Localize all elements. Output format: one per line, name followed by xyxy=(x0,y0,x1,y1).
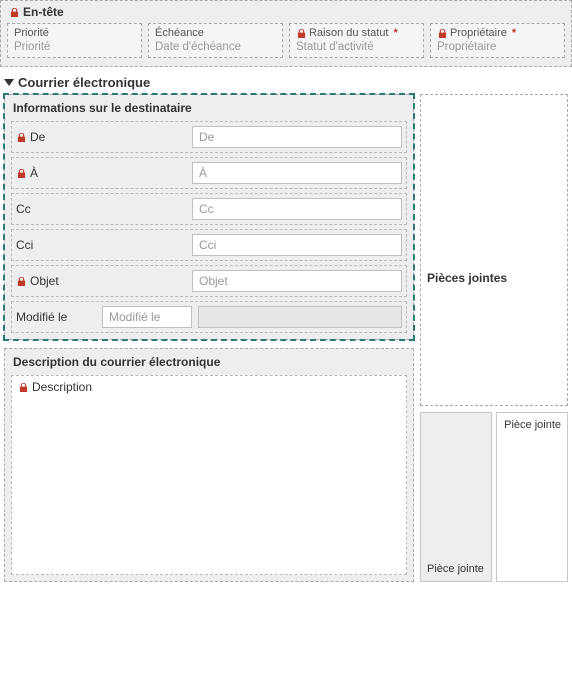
email-right-column: Pièces jointes Pièce jointe Pièce jointe xyxy=(420,94,568,582)
attachments-title: Pièces jointes xyxy=(427,271,561,285)
row-modified: Modifié le xyxy=(11,301,407,333)
header-fields-row: Priorité Priorité Échéance Date d'échéan… xyxy=(7,23,565,58)
collapse-triangle-icon xyxy=(4,79,14,86)
row-subject: Objet xyxy=(11,265,407,297)
lock-icon xyxy=(437,27,447,39)
field-echeance-value: Date d'échéance xyxy=(155,41,276,53)
field-priorite-label: Priorité xyxy=(14,27,135,39)
label-to: À xyxy=(16,166,186,180)
input-subject[interactable] xyxy=(192,270,402,292)
label-modified: Modifié le xyxy=(16,310,96,324)
label-subject: Objet xyxy=(16,274,186,288)
email-section-header[interactable]: Courrier électronique xyxy=(4,75,572,90)
email-left-column: Informations sur le destinataire De À xyxy=(4,94,414,582)
email-main-layout: Informations sur le destinataire De À xyxy=(0,94,572,582)
field-echeance-label: Échéance xyxy=(155,27,276,39)
description-panel: Description du courrier électronique Des… xyxy=(4,348,414,582)
description-label: Description xyxy=(18,380,400,394)
label-from: De xyxy=(16,130,186,144)
field-echeance[interactable]: Échéance Date d'échéance xyxy=(148,23,283,58)
field-raison-label: Raison du statut * xyxy=(296,27,417,39)
label-cc: Cc xyxy=(16,202,186,216)
input-from[interactable] xyxy=(192,126,402,148)
attachment-left-label: Pièce jointe xyxy=(427,563,485,575)
lock-icon xyxy=(16,275,26,287)
lock-icon xyxy=(296,27,306,39)
field-priorite[interactable]: Priorité Priorité xyxy=(7,23,142,58)
field-priorite-value: Priorité xyxy=(14,41,135,53)
attachment-box-right[interactable]: Pièce jointe xyxy=(496,412,568,582)
email-section-title: Courrier électronique xyxy=(18,75,150,90)
field-raison-value: Statut d'activité xyxy=(296,41,417,53)
description-title: Description du courrier électronique xyxy=(13,355,407,369)
attachment-right-label: Pièce jointe xyxy=(504,419,561,431)
recipient-info-panel[interactable]: Informations sur le destinataire De À xyxy=(4,94,414,340)
input-to[interactable] xyxy=(192,162,402,184)
row-cc: Cc xyxy=(11,193,407,225)
field-proprietaire[interactable]: Propriétaire * Propriétaire xyxy=(430,23,565,58)
display-modified xyxy=(198,306,402,328)
row-bcc: Cci xyxy=(11,229,407,261)
field-raison[interactable]: Raison du statut * Statut d'activité xyxy=(289,23,424,58)
row-from: De xyxy=(11,121,407,153)
lock-icon xyxy=(16,131,26,143)
header-title-text: En-tête xyxy=(23,5,64,19)
lock-icon xyxy=(9,6,19,18)
required-marker: * xyxy=(394,27,398,39)
label-bcc: Cci xyxy=(16,238,186,252)
attachment-boxes: Pièce jointe Pièce jointe xyxy=(420,412,568,582)
row-to: À xyxy=(11,157,407,189)
attachments-panel: Pièces jointes xyxy=(420,94,568,406)
lock-icon xyxy=(18,381,28,393)
header-title: En-tête xyxy=(9,5,565,19)
attachment-box-left[interactable]: Pièce jointe xyxy=(420,412,492,582)
field-proprietaire-label: Propriétaire * xyxy=(437,27,558,39)
description-body[interactable]: Description xyxy=(11,375,407,575)
recipient-info-title: Informations sur le destinataire xyxy=(13,101,407,115)
required-marker: * xyxy=(512,27,516,39)
lock-icon xyxy=(16,167,26,179)
input-bcc[interactable] xyxy=(192,234,402,256)
input-cc[interactable] xyxy=(192,198,402,220)
field-proprietaire-value: Propriétaire xyxy=(437,41,558,53)
input-modified[interactable] xyxy=(102,306,192,328)
header-panel: En-tête Priorité Priorité Échéance Date … xyxy=(0,0,572,67)
